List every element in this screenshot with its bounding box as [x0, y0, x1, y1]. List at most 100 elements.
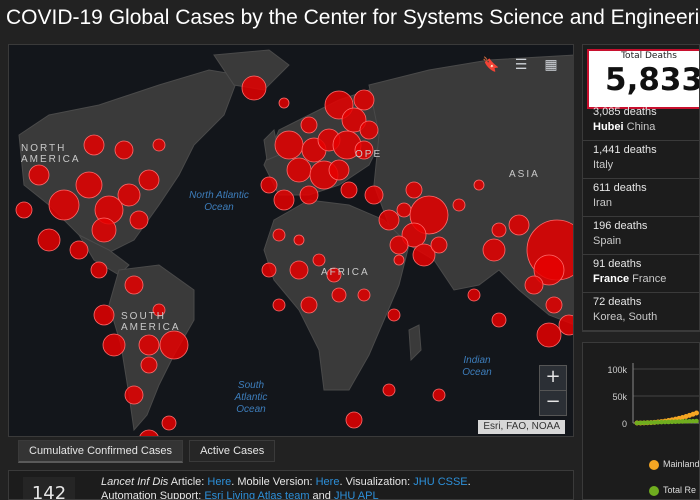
case-bubble[interactable] [357, 288, 371, 302]
case-bubble[interactable] [378, 209, 400, 231]
case-bubble[interactable] [91, 217, 117, 243]
country-name: Spain [593, 235, 622, 247]
case-bubble[interactable] [261, 262, 277, 278]
qr-code-icon[interactable]: ▦ [541, 55, 561, 75]
death-count: 1,441 deaths [593, 144, 657, 156]
world-map[interactable]: North Atlantic Ocean South Atlantic Ocea… [8, 44, 574, 437]
case-bubble[interactable] [138, 169, 160, 191]
case-bubble[interactable] [138, 334, 160, 356]
case-bubble[interactable] [69, 240, 89, 260]
case-bubble[interactable] [364, 185, 384, 205]
ocean-label-indian: Indian Ocean [462, 355, 492, 378]
case-bubble[interactable] [387, 308, 401, 322]
case-bubble[interactable] [536, 322, 562, 348]
case-bubble[interactable] [299, 185, 319, 205]
info-text-part: Automation Support: [101, 490, 205, 500]
case-bubble[interactable] [312, 253, 326, 267]
deaths-list[interactable]: 3,085 deaths Hubei China 1,441 deaths It… [583, 103, 699, 331]
case-bubble[interactable] [114, 140, 134, 160]
list-item[interactable]: 72 deaths Korea, South [583, 293, 699, 331]
case-bubble[interactable] [396, 202, 412, 218]
case-bubble[interactable] [117, 183, 141, 207]
page-title: COVID-19 Global Cases by the Center for … [6, 6, 700, 29]
jhu-apl-link[interactable]: JHU APL [334, 490, 379, 499]
case-bubble[interactable] [467, 288, 481, 302]
mobile-version-link[interactable]: Here [316, 476, 340, 488]
case-bubble[interactable] [345, 411, 363, 429]
case-bubble[interactable] [300, 116, 318, 134]
case-bubble[interactable] [272, 228, 286, 242]
legend-item-mainland: Mainland [649, 459, 699, 470]
case-bubble[interactable] [124, 385, 144, 405]
case-bubble[interactable] [473, 179, 485, 191]
case-bubble[interactable] [524, 275, 544, 295]
case-bubble[interactable] [260, 176, 278, 194]
case-bubble[interactable] [545, 296, 563, 314]
list-item[interactable]: 196 deaths Spain [583, 217, 699, 255]
list-item[interactable]: 611 deaths Iran [583, 179, 699, 217]
case-bubble[interactable] [37, 228, 61, 252]
esri-living-atlas-link[interactable]: Esri Living Atlas team [204, 490, 309, 499]
list-item[interactable]: 3,085 deaths Hubei China [583, 103, 699, 141]
article-link[interactable]: Here [207, 476, 231, 488]
case-bubble[interactable] [491, 222, 507, 238]
case-bubble[interactable] [272, 298, 286, 312]
case-bubble[interactable] [124, 275, 144, 295]
case-bubble[interactable] [508, 214, 530, 236]
case-bubble[interactable] [289, 260, 309, 280]
case-bubble[interactable] [430, 236, 448, 254]
tab-cumulative-confirmed-cases[interactable]: Cumulative Confirmed Cases [18, 440, 184, 463]
zoom-in-button[interactable]: + [540, 366, 566, 390]
case-bubble[interactable] [452, 198, 466, 212]
jhu-csse-link[interactable]: JHU CSSE [413, 476, 467, 488]
bookmark-icon[interactable]: 🔖 [481, 55, 501, 75]
case-bubble[interactable] [353, 89, 375, 111]
case-bubble[interactable] [28, 164, 50, 186]
case-bubble[interactable] [393, 254, 405, 266]
list-item[interactable]: 1,441 deaths Italy [583, 141, 699, 179]
case-bubble[interactable] [139, 429, 159, 437]
case-bubble[interactable] [129, 210, 149, 230]
case-bubble[interactable] [293, 234, 305, 246]
death-count: 3,085 deaths [593, 106, 657, 118]
map-toolbar: 🔖 ☰ ▦ [481, 55, 561, 75]
death-location: France France [593, 272, 699, 287]
case-bubble[interactable] [273, 189, 295, 211]
case-bubble[interactable] [274, 130, 304, 160]
list-item[interactable]: 91 deaths France France [583, 255, 699, 293]
case-bubble[interactable] [482, 238, 506, 262]
case-bubble[interactable] [15, 201, 33, 219]
case-bubble[interactable] [102, 333, 126, 357]
case-bubble[interactable] [90, 261, 108, 279]
deaths-panel: Total Deaths 5,833 3,085 deaths Hubei Ch… [582, 44, 700, 332]
case-bubble[interactable] [389, 235, 409, 255]
case-bubble[interactable] [491, 312, 507, 328]
case-bubble[interactable] [340, 181, 358, 199]
case-bubble[interactable] [328, 159, 350, 181]
case-bubble[interactable] [405, 181, 423, 199]
case-bubble[interactable] [359, 120, 379, 140]
case-bubble[interactable] [331, 287, 347, 303]
continent-label-europe: OPE [355, 149, 383, 160]
case-bubble[interactable] [432, 388, 446, 402]
case-bubble[interactable] [159, 330, 189, 360]
y-tick-label: 0 [622, 419, 627, 429]
case-bubble[interactable] [48, 189, 80, 221]
case-bubble[interactable] [241, 75, 267, 101]
case-bubble[interactable] [152, 138, 166, 152]
case-bubble[interactable] [286, 157, 312, 183]
case-bubble[interactable] [140, 356, 158, 374]
case-bubble[interactable] [382, 383, 396, 397]
y-tick-label: 50k [612, 392, 627, 402]
ocean-label-south-atlantic: South Atlantic Ocean [234, 380, 268, 415]
total-deaths-label: Total Deaths [621, 51, 677, 61]
case-bubble[interactable] [300, 296, 318, 314]
info-text-part: . Mobile Version: [231, 476, 316, 488]
case-bubble[interactable] [161, 415, 177, 431]
case-bubble[interactable] [75, 171, 103, 199]
tab-active-cases[interactable]: Active Cases [189, 440, 276, 462]
zoom-out-button[interactable]: − [540, 390, 566, 415]
case-bubble[interactable] [93, 304, 115, 326]
case-bubble[interactable] [278, 97, 290, 109]
list-icon[interactable]: ☰ [511, 55, 531, 75]
